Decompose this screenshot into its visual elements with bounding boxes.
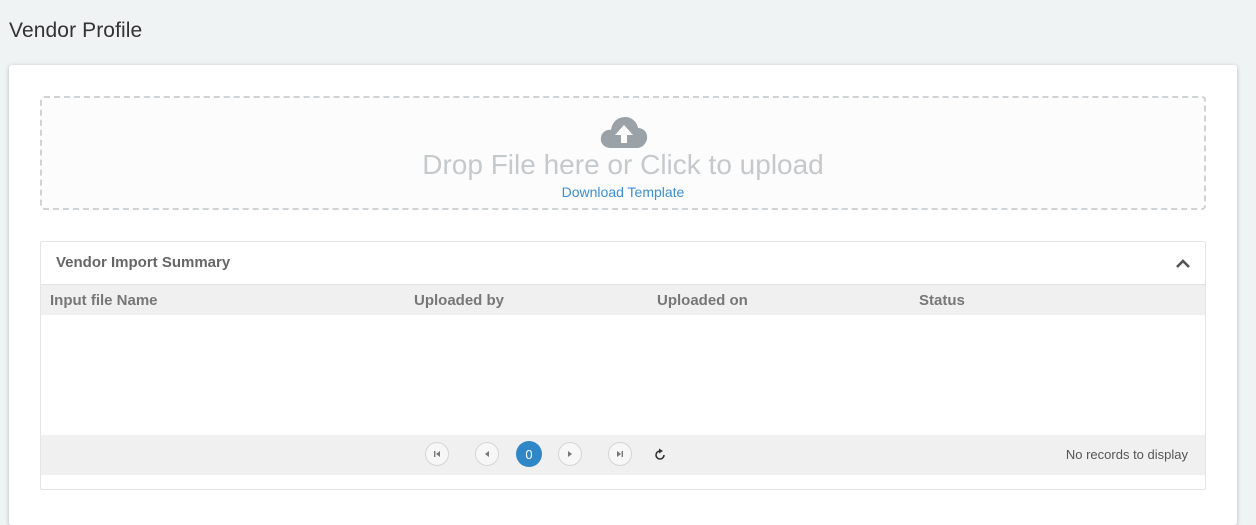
last-page-icon [617,451,623,457]
first-page-icon [434,451,440,457]
page-title: Vendor Profile [9,19,143,42]
cloud-upload-icon [600,117,648,148]
summary-title: Vendor Import Summary [56,254,231,271]
drop-instructions: Drop File here or Click to upload [422,149,824,180]
refresh-icon[interactable] [653,448,667,462]
current-page-button[interactable]: 0 [516,441,542,467]
import-summary-panel: Vendor Import Summary Input file Name Up… [40,241,1206,490]
column-header-input-file-name[interactable]: Input file Name [50,292,158,309]
last-page-button[interactable] [608,442,632,466]
prev-page-button[interactable] [475,442,499,466]
summary-header: Vendor Import Summary [41,242,1205,285]
pager-status-text: No records to display [1065,447,1188,462]
download-template-link[interactable]: Download Template [42,184,1204,200]
column-header-uploaded-on[interactable]: Uploaded on [657,292,748,309]
table-pager: 0 No records to display [41,435,1205,475]
column-header-uploaded-by[interactable]: Uploaded by [414,292,504,309]
next-page-icon [568,451,572,457]
column-header-status[interactable]: Status [919,292,965,309]
file-dropzone[interactable]: Drop File here or Click to upload Downlo… [40,96,1206,210]
prev-page-icon [485,451,489,457]
table-header-row: Input file Name Uploaded by Uploaded on … [41,285,1205,315]
chevron-up-icon[interactable] [1175,256,1191,270]
first-page-button[interactable] [425,442,449,466]
content-card: Drop File here or Click to upload Downlo… [9,65,1237,525]
next-page-button[interactable] [558,442,582,466]
